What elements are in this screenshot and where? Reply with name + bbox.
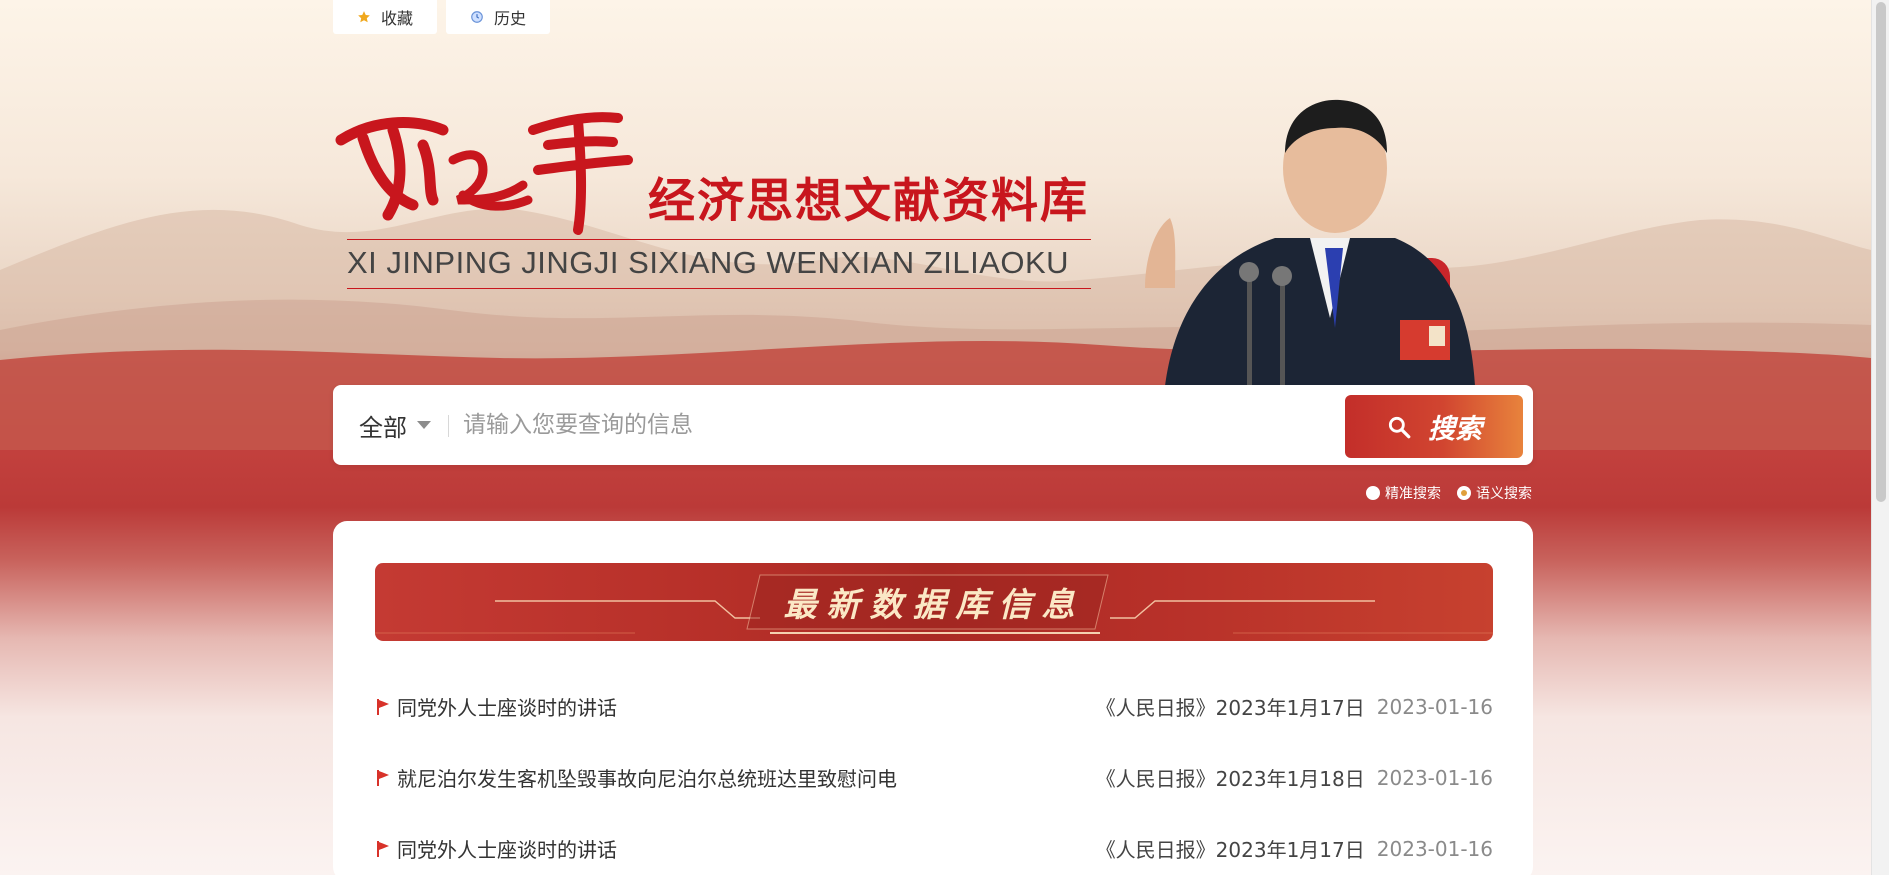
site-title-cn: 经济思想文献资料库 — [648, 174, 1089, 229]
flag-icon — [377, 698, 389, 715]
news-source: 《人民日报》2023年1月17日 — [1095, 838, 1365, 862]
news-source: 《人民日报》2023年1月18日 — [1095, 767, 1365, 791]
news-date: 2023-01-16 — [1376, 836, 1493, 861]
news-date: 2023-01-16 — [1376, 765, 1493, 790]
title-divider-top — [347, 239, 1091, 240]
search-mode-options: 精准搜索 语义搜索 — [1366, 483, 1532, 503]
semantic-search-radio[interactable]: 语义搜索 — [1457, 483, 1532, 503]
radio-exact — [1366, 486, 1380, 500]
scope-value: 全部 — [359, 413, 407, 442]
scrollbar-thumb[interactable] — [1876, 2, 1886, 502]
search-bar: 全部 搜索 — [333, 385, 1533, 465]
flag-icon — [377, 840, 389, 857]
page-scrollbar[interactable] — [1871, 0, 1889, 875]
scope-dropdown[interactable]: 全部 — [359, 407, 431, 443]
calligraphy-logo — [335, 112, 633, 235]
news-list: 同党外人士座谈时的讲话 《人民日报》2023年1月17日 2023-01-16 … — [375, 671, 1493, 875]
exact-search-label: 精准搜索 — [1385, 486, 1441, 502]
latest-info-panel: 最新数据库信息 同党外人士座谈时的讲话 《人民日报》2023年1月17日 202… — [333, 521, 1533, 875]
scope-divider — [448, 415, 449, 437]
history-tab[interactable]: 历史 — [446, 0, 550, 34]
search-button-label: 搜索 — [1428, 414, 1482, 444]
page-background: 收藏 历史 经济思想文献资料库 XI JINPING JINGJI SIXIAN… — [0, 0, 1871, 875]
history-label: 历史 — [494, 9, 527, 28]
site-title-en: XI JINPING JINGJI SIXIANG WENXIAN ZILIAO… — [347, 245, 1070, 280]
portrait-image — [1145, 99, 1475, 386]
clock-icon — [471, 11, 483, 23]
news-item[interactable]: 同党外人士座谈时的讲话 《人民日报》2023年1月17日 2023-01-16 — [375, 813, 1493, 875]
favorites-label: 收藏 — [381, 9, 414, 28]
radio-semantic — [1457, 486, 1471, 500]
news-title[interactable]: 就尼泊尔发生客机坠毁事故向尼泊尔总统班达里致慰问电 — [397, 763, 1096, 792]
banner-title: 最新数据库信息 — [783, 585, 1085, 624]
search-icon — [1388, 416, 1411, 438]
news-date: 2023-01-16 — [1376, 694, 1493, 719]
news-item[interactable]: 就尼泊尔发生客机坠毁事故向尼泊尔总统班达里致慰问电 《人民日报》2023年1月1… — [375, 742, 1493, 813]
star-icon — [358, 11, 370, 23]
flag-icon — [377, 769, 389, 786]
chevron-down-icon — [417, 421, 431, 429]
search-input[interactable] — [463, 403, 1313, 447]
news-title[interactable]: 同党外人士座谈时的讲话 — [397, 692, 1096, 721]
news-item[interactable]: 同党外人士座谈时的讲话 《人民日报》2023年1月17日 2023-01-16 — [375, 671, 1493, 742]
exact-search-radio[interactable]: 精准搜索 — [1366, 483, 1441, 503]
site-logo: 经济思想文献资料库 XI JINPING JINGJI SIXIANG WENX… — [333, 100, 1093, 300]
title-divider-bottom — [347, 288, 1091, 289]
search-button[interactable]: 搜索 — [1345, 395, 1523, 458]
favorites-tab[interactable]: 收藏 — [333, 0, 437, 34]
semantic-search-label: 语义搜索 — [1476, 486, 1532, 502]
latest-info-banner: 最新数据库信息 — [375, 563, 1493, 641]
news-source: 《人民日报》2023年1月17日 — [1095, 696, 1365, 720]
news-title[interactable]: 同党外人士座谈时的讲话 — [397, 834, 1096, 863]
